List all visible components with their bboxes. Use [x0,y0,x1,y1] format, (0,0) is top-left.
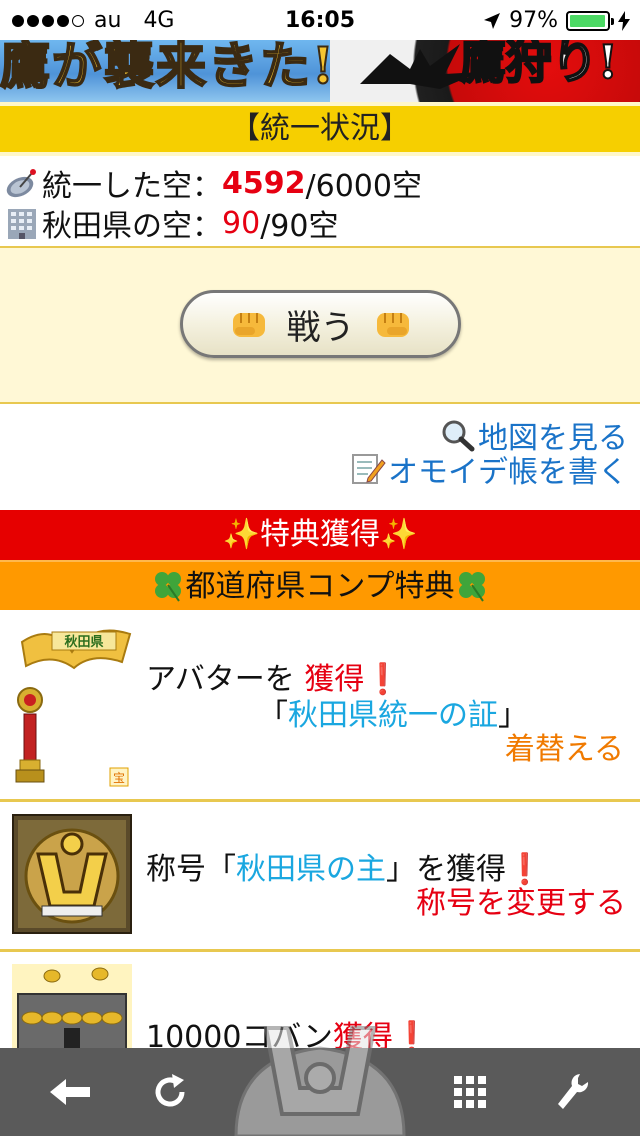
change-outfit-link[interactable]: 着替える [505,724,624,768]
thumb-badge-text: 宝 [113,771,125,785]
sky-total: /6000空 [305,169,422,204]
fist-icon [376,313,409,337]
title-thumbnail[interactable] [12,814,132,934]
koban-thumbnail[interactable] [12,964,132,1052]
prefecture-complete-header: 都道府県コンプ特典 [0,560,640,610]
prefecture-current: 90 [222,205,261,241]
fight-label: 戦う [286,307,355,348]
charging-bolt-icon [618,10,630,31]
avatar-thumbnail[interactable]: 秋田県 宝 [12,622,132,790]
settings-button[interactable] [546,1066,598,1118]
trophy-wings-icon: 秋田県 宝 [15,629,132,787]
wrench-icon [558,1074,589,1109]
kabuto-crest-icon [12,814,132,934]
change-title-link[interactable]: 称号を変更する [416,878,626,922]
location-arrow-icon [484,12,501,29]
menu-grid-button[interactable] [444,1066,496,1118]
unification-stats: 統一した空： 4592 /6000空 秋田県の空： 90 /90空 [0,160,640,246]
sky-stat: 統一した空： 4592 /6000空 [4,165,640,204]
bonus-header: ✨特典獲得✨ [0,510,640,560]
back-icon [50,1079,90,1105]
fight-button[interactable]: 戦う [180,290,461,358]
grid-icon [454,1076,486,1108]
title-prefix: 称号「 [146,852,236,887]
avatar-reward-line2: 「秋田県統一の証」 [258,690,528,734]
avatar-name: 秋田県統一の証 [288,698,498,733]
treasure-chest-icon [12,964,132,1052]
four-leaf-clover-icon [155,572,182,602]
battery-icon [566,10,614,31]
back-button[interactable] [44,1066,96,1118]
avatar-name-open: 「 [258,698,288,733]
banner-left-title: 鷹が襲来きた! [0,40,336,96]
prefecture-label: 秋田県の空： [42,209,222,244]
kabuto-helmet-icon [234,1026,406,1136]
event-banner[interactable]: 鷹が襲来きた! 鷹狩り! [0,40,640,102]
memo-link-label: オモイデ帳を書く [388,455,628,490]
prefecture-complete-title: 都道府県コンプ特典 [185,569,455,604]
thumb-banner-text: 秋田県 [64,634,103,650]
reload-button[interactable] [144,1066,196,1118]
unification-header: 【統一状況】 [0,102,640,156]
office-building-icon [8,209,36,239]
reload-icon [155,1074,185,1107]
avatar-reward-row: 秋田県 宝 アバターを 獲得❗ 「秋田県統一の証」 着替える [0,610,640,802]
title-reward-row: 称号「秋田県の主」を獲得❗ 称号を変更する [0,802,640,952]
sky-label: 統一した空： [42,169,222,204]
fight-area: 戦う [0,246,640,404]
title-name: 秋田県の主 [236,852,386,887]
fist-icon [232,313,265,337]
status-right: 97% [483,8,630,33]
satellite-dish-icon [6,169,36,198]
sky-current: 4592 [222,165,306,201]
memo-icon [352,454,386,484]
memo-link[interactable]: オモイデ帳を書く [0,452,628,490]
prefecture-stat: 秋田県の空： 90 /90空 [4,205,640,244]
status-bar: au 4G 16:05 97% [0,0,640,40]
prefecture-total: /90空 [260,209,339,244]
action-links: 地図を見る オモイデ帳を書く [0,406,640,510]
four-leaf-clover-icon [458,572,485,602]
banner-right-title: 鷹狩り! [459,40,619,90]
battery-percent: 97% [509,8,558,33]
